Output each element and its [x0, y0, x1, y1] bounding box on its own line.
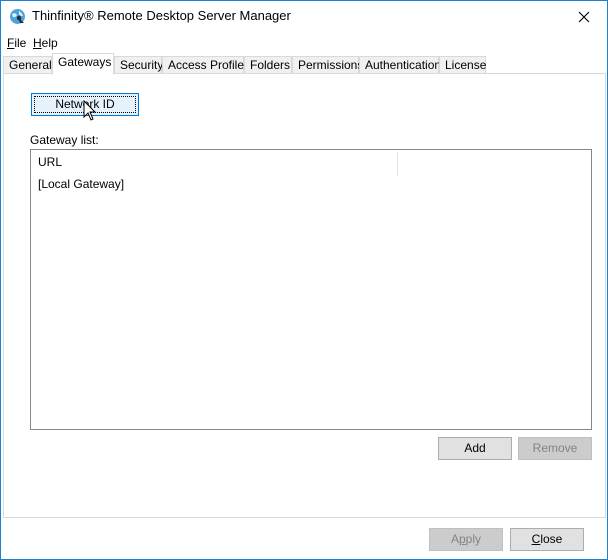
close-button[interactable]: Close — [510, 528, 584, 551]
gateway-list[interactable]: URL [Local Gateway] — [30, 149, 592, 430]
tab-authentication[interactable]: Authentication — [359, 56, 441, 74]
apply-label-rest: ply — [465, 532, 482, 546]
window-title: Thinfinity® Remote Desktop Server Manage… — [32, 8, 291, 23]
add-button[interactable]: Add — [438, 437, 512, 460]
gateway-list-label: Gateway list: — [30, 133, 99, 147]
tab-license[interactable]: License — [439, 56, 486, 74]
tab-access-profiles[interactable]: Access Profiles — [162, 56, 250, 74]
close-label-rest: lose — [540, 532, 563, 546]
column-header-url[interactable]: URL — [31, 150, 62, 175]
tab-folders[interactable]: Folders — [244, 56, 292, 74]
close-icon — [578, 11, 590, 22]
tab-gateways[interactable]: Gateways — [52, 53, 114, 75]
tab-general[interactable]: General — [3, 56, 52, 74]
main-window: Thinfinity® Remote Desktop Server Manage… — [0, 0, 608, 560]
network-id-button[interactable]: Network ID — [31, 93, 139, 116]
list-item[interactable]: [Local Gateway] — [38, 177, 124, 191]
apply-mnemonic: p — [458, 532, 466, 546]
column-separator[interactable] — [397, 152, 398, 176]
app-globe-icon — [10, 9, 25, 24]
focus-rectangle — [34, 96, 136, 113]
remove-button[interactable]: Remove — [518, 437, 592, 460]
tab-security[interactable]: Security — [114, 56, 163, 74]
menu-file[interactable]: File — [7, 36, 26, 50]
close-window-button[interactable] — [561, 1, 607, 32]
apply-label-a: A — [450, 532, 459, 546]
menu-help[interactable]: Help — [33, 36, 58, 50]
menu-help-label: elp — [41, 36, 58, 50]
menu-help-mnemonic: H — [33, 36, 42, 50]
tab-permissions[interactable]: Permissions — [292, 56, 363, 74]
title-bar[interactable]: Thinfinity® Remote Desktop Server Manage… — [1, 1, 607, 32]
apply-button[interactable]: Apply — [429, 528, 503, 551]
menu-file-label: ile — [14, 36, 27, 50]
